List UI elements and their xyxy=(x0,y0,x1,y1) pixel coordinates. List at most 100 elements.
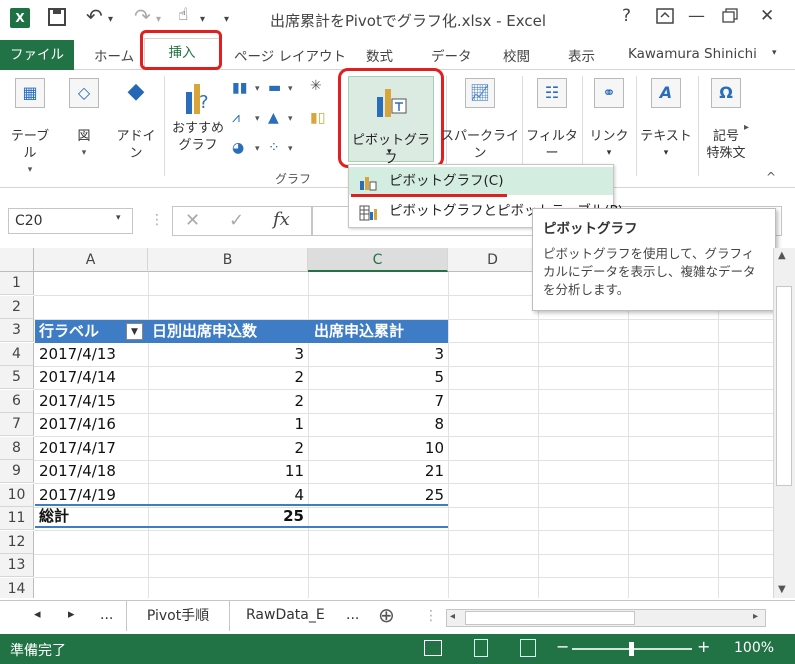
row-header[interactable]: 5 xyxy=(0,366,34,389)
date-cell[interactable]: 2017/4/18 xyxy=(39,460,116,483)
scroll-right-icon[interactable]: ▸ xyxy=(753,611,758,622)
daily-count-cell[interactable]: 1 xyxy=(148,413,308,436)
total-value[interactable]: 25 xyxy=(148,505,308,528)
touch-dropdown-icon[interactable]: ▾ xyxy=(200,14,205,25)
add-sheet-icon[interactable]: ⊕ xyxy=(378,603,395,627)
row-header[interactable]: 13 xyxy=(0,554,34,577)
sheet-prev-icon[interactable]: ◂ xyxy=(34,607,41,622)
tab-page-layout[interactable]: ページ レイアウト xyxy=(234,45,346,65)
row-header[interactable]: 8 xyxy=(0,436,34,460)
insert-function-icon[interactable]: fx xyxy=(273,209,290,230)
row-labels-header[interactable]: 行ラベル xyxy=(39,320,99,343)
cumulative-cell[interactable]: 3 xyxy=(308,343,448,366)
cancel-icon[interactable]: ✕ xyxy=(185,210,200,231)
tab-review[interactable]: 校閲 xyxy=(503,45,530,65)
user-account[interactable]: Kawamura Shinichi xyxy=(628,46,757,62)
tab-home[interactable]: ホーム xyxy=(94,45,134,65)
zoom-out-button[interactable]: − xyxy=(556,637,569,656)
bar-chart-icon[interactable]: ▬ xyxy=(268,80,281,96)
row-header[interactable]: 7 xyxy=(0,413,34,436)
redo-icon[interactable]: ↷ xyxy=(134,4,151,28)
column-header[interactable]: A xyxy=(34,248,148,272)
scatter-chart-icon[interactable]: ⁘ xyxy=(268,140,280,156)
select-all-corner[interactable] xyxy=(0,248,34,272)
scroll-up-icon[interactable]: ▲ xyxy=(778,250,786,261)
date-cell[interactable]: 2017/4/14 xyxy=(39,366,116,389)
daily-count-cell[interactable]: 2 xyxy=(148,437,308,460)
menu-item-pivot-chart[interactable]: ピボットグラフ(C) xyxy=(349,167,613,195)
scroll-left-icon[interactable]: ◂ xyxy=(450,611,455,622)
row-header[interactable]: 14 xyxy=(0,577,34,598)
area-chart-icon[interactable]: ▲ xyxy=(268,110,279,126)
page-break-view-icon[interactable] xyxy=(520,639,536,657)
date-cell[interactable]: 2017/4/17 xyxy=(39,437,116,460)
page-layout-view-icon[interactable] xyxy=(474,639,488,657)
date-cell[interactable]: 2017/4/16 xyxy=(39,413,116,436)
close-button[interactable]: ✕ xyxy=(760,6,774,26)
name-box-dropdown-icon[interactable]: ▾ xyxy=(116,213,121,223)
minimize-button[interactable]: — xyxy=(688,6,705,26)
name-box[interactable]: C20 xyxy=(8,208,133,234)
tab-formulas[interactable]: 数式 xyxy=(366,45,393,65)
link-button[interactable]: ⚭ リンク ▾ xyxy=(586,78,632,162)
sheet-next-icon[interactable]: ▸ xyxy=(68,607,75,622)
column-header-selected[interactable]: C xyxy=(308,248,448,272)
addins-button[interactable]: ◆ アドイ ン xyxy=(114,78,158,162)
horizontal-scroll-thumb[interactable] xyxy=(465,611,635,625)
save-icon[interactable] xyxy=(48,8,66,30)
undo-dropdown-icon[interactable]: ▾ xyxy=(108,14,113,25)
scroll-down-icon[interactable]: ▼ xyxy=(778,584,786,595)
column-header[interactable]: B xyxy=(148,248,308,272)
enter-icon[interactable]: ✓ xyxy=(229,210,244,231)
daily-count-cell[interactable]: 2 xyxy=(148,366,308,389)
row-header[interactable]: 4 xyxy=(0,342,34,366)
redo-dropdown-icon[interactable]: ▾ xyxy=(156,14,161,25)
cumulative-cell[interactable]: 21 xyxy=(308,460,448,483)
vertical-scroll-thumb[interactable] xyxy=(776,286,792,486)
row-header[interactable]: 1 xyxy=(0,272,34,295)
zoom-level[interactable]: 100% xyxy=(734,640,774,656)
qat-customize-icon[interactable]: ▾ xyxy=(224,14,229,25)
column-chart-icon[interactable]: ▮▮ xyxy=(232,80,247,96)
cumulative-cell[interactable]: 8 xyxy=(308,413,448,436)
row-header[interactable]: 9 xyxy=(0,460,34,483)
tab-file[interactable]: ファイル xyxy=(0,40,74,70)
zoom-in-button[interactable]: + xyxy=(697,637,710,656)
row-header[interactable]: 3 xyxy=(0,319,34,342)
touch-mode-icon[interactable]: ☝ xyxy=(178,5,188,25)
sheet-tab-rawdata[interactable]: RawData_E xyxy=(246,607,325,623)
cumulative-cell[interactable]: 5 xyxy=(308,366,448,389)
row-header[interactable]: 10 xyxy=(0,483,34,507)
date-cell[interactable]: 2017/4/15 xyxy=(39,390,116,413)
row-header[interactable]: 11 xyxy=(0,507,34,530)
horizontal-scrollbar[interactable]: ◂ ▸ xyxy=(446,609,766,627)
daily-count-cell[interactable]: 11 xyxy=(148,460,308,483)
illustrations-button[interactable]: ◇ 図 ▾ xyxy=(64,78,104,162)
filter-dropdown-icon[interactable]: ▼ xyxy=(126,323,143,340)
row-header[interactable]: 6 xyxy=(0,389,34,413)
row-header[interactable]: 12 xyxy=(0,530,34,554)
ribbon-scroll-right-icon[interactable]: ▸ xyxy=(744,122,749,133)
ribbon-display-options-icon[interactable] xyxy=(656,8,674,29)
combo-chart-icon[interactable]: ▮▯ xyxy=(310,110,325,126)
sheet-more-left[interactable]: ... xyxy=(100,607,113,623)
tab-view[interactable]: 表示 xyxy=(568,45,595,65)
daily-count-cell[interactable]: 3 xyxy=(148,343,308,366)
cumulative-header[interactable]: 出席申込累計 xyxy=(314,320,404,343)
collapse-ribbon-icon[interactable]: ^ xyxy=(766,170,776,184)
cumulative-cell[interactable]: 10 xyxy=(308,437,448,460)
tab-data[interactable]: データ xyxy=(431,45,472,65)
pie-chart-icon[interactable]: ◕ xyxy=(232,140,244,156)
total-label[interactable]: 総計 xyxy=(39,505,69,528)
daily-count-cell[interactable]: 2 xyxy=(148,390,308,413)
table-button[interactable]: ▦ テーブル ▾ xyxy=(6,78,54,179)
account-dropdown-icon[interactable]: ▾ xyxy=(772,48,777,58)
date-cell[interactable]: 2017/4/13 xyxy=(39,343,116,366)
daily-header[interactable]: 日別出席申込数 xyxy=(152,320,257,343)
sheet-tab-pivot[interactable]: Pivot手順 xyxy=(126,601,230,631)
zoom-slider-thumb[interactable] xyxy=(629,642,634,656)
undo-icon[interactable]: ↶ xyxy=(86,4,103,28)
symbols-button[interactable]: Ω 記号 特殊文 xyxy=(698,78,754,162)
radar-chart-icon[interactable]: ✳ xyxy=(310,78,322,94)
column-header[interactable]: D xyxy=(448,248,538,272)
